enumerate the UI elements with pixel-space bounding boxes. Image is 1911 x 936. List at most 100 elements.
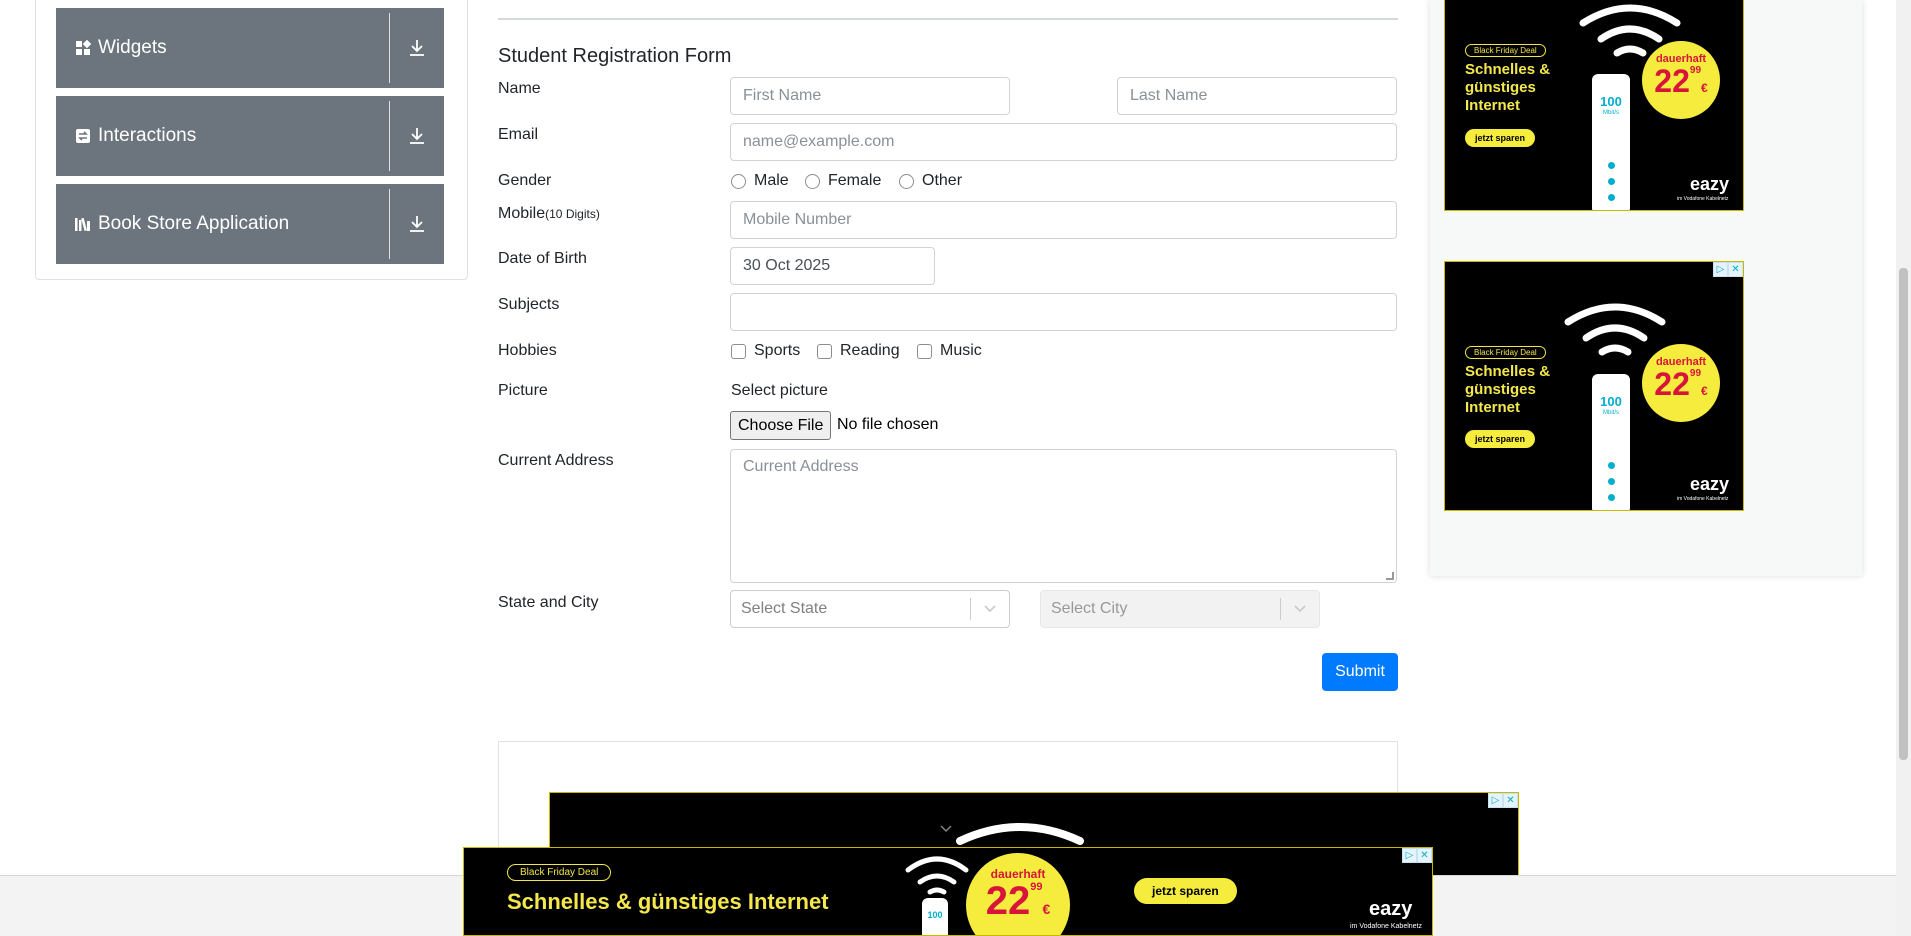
close-icon[interactable]: ✕ [1417,848,1432,863]
router-unit: Mbit/s [1602,110,1619,116]
sidebar-item-book-store-application[interactable]: Book Store Application [56,184,444,264]
router-led [1608,494,1615,501]
price-badge: dauerhaft 2299€ [966,853,1070,935]
ad-cta-button[interactable]: jetzt sparen [1134,878,1237,904]
ad-choices[interactable]: ▷ ✕ [1488,793,1518,808]
first-name-input[interactable]: First Name [730,77,1010,115]
ad-choices[interactable]: ▷ ✕ [1713,262,1743,277]
sidebar: Widgets Interactions Book Store Applicat… [35,0,468,280]
price-cents: 99 [1689,65,1702,76]
ad-choices[interactable]: ▷ ✕ [1402,848,1432,863]
hobby-checkbox-sports[interactable]: Sports [731,342,800,360]
download-icon[interactable] [390,215,444,233]
advertisement-top[interactable]: Black Friday Deal Schnelles & günstiges … [1444,0,1744,211]
gender-radio-other[interactable]: Other [899,172,962,190]
resize-handle[interactable] [1386,572,1394,580]
gender-option-label: Male [754,172,789,189]
router-led [1608,162,1615,169]
checkbox-box[interactable] [917,343,932,359]
router-number: 100 [1600,94,1622,109]
radio-circle[interactable] [731,173,746,189]
state-select[interactable]: Select State [730,590,1010,628]
hobby-checkbox-reading[interactable]: Reading [817,342,900,360]
brand-logo: eazy [1369,898,1413,920]
city-select-placeholder: Select City [1051,600,1128,617]
select-picture-label: Select picture [731,382,828,399]
divider [498,18,1398,20]
scrollbar-thumb[interactable] [1899,268,1908,760]
date-of-birth-input[interactable]: 30 Oct 2025 [730,247,935,285]
sidebar-item-label: Book Store Application [98,213,290,234]
book-store-icon [74,215,92,233]
price-main: 22 [1654,63,1690,99]
price-main: 22 [985,879,1031,923]
mobile-label-text: Mobile [498,205,546,222]
price-cents: 99 [1030,881,1043,893]
ad-info-icon[interactable]: ▷ [1488,793,1503,808]
gender-radio-female[interactable]: Female [805,172,881,190]
checkbox-box[interactable] [817,343,832,359]
gender-radio-male[interactable]: Male [731,172,789,190]
state-and-city-label: State and City [498,594,599,611]
router-unit: Mbit/s [1602,410,1619,416]
submit-button[interactable]: Submit [1322,653,1398,691]
ad-headline-line: Internet [1465,97,1521,114]
page: Widgets Interactions Book Store Applicat… [0,0,1911,936]
mobile-number-input[interactable]: Mobile Number [730,201,1397,239]
checkbox-box[interactable] [731,343,746,359]
router-led [1608,462,1615,469]
last-name-input[interactable]: Last Name [1117,77,1397,115]
gender-option-label: Female [828,172,882,189]
ad-pill: Black Friday Deal [1465,44,1546,57]
price-currency: € [1701,384,1708,398]
ad-cta-button[interactable]: jetzt sparen [1465,129,1536,147]
price-badge: dauerhaft 2299€ [1642,344,1720,422]
ad-headline: Schnelles & günstiges Internet [1465,363,1550,417]
choose-file-button[interactable]: Choose File [730,411,832,440]
ad-headline-line: Schnelles & [1465,363,1551,380]
city-select[interactable]: Select City [1040,590,1320,628]
ad-pill: Black Friday Deal [507,864,612,881]
close-icon[interactable]: ✕ [1503,793,1518,808]
hobby-checkbox-music[interactable]: Music [917,342,982,360]
ad-info-icon[interactable]: ▷ [1402,848,1417,863]
advertisement-middle[interactable]: ▷ ✕ Black Friday Deal Schnelles & günstig… [1444,261,1744,511]
radio-circle[interactable] [899,173,914,189]
date-of-birth-label: Date of Birth [498,250,587,267]
gender-option-label: Other [922,172,963,189]
widgets-icon [74,39,92,57]
chevron-down-icon[interactable] [971,604,1009,614]
current-address-placeholder: Current Address [743,458,859,475]
email-field[interactable]: name@example.com [730,123,1397,161]
brand-subtitle: im Vodafone Kabelnetz [1350,923,1422,930]
radio-circle[interactable] [805,173,820,189]
download-icon[interactable] [390,39,444,57]
advertisement-bottom-banner[interactable]: ▷ ✕ Black Friday Deal Schnelles & günstig… [463,847,1433,936]
page-title: Student Registration Form [498,45,732,67]
brand-subtitle: im Vodafone Kabelnetz [1677,196,1729,202]
wifi-icon [1564,303,1666,356]
hobby-option-label: Music [940,342,982,359]
mobile-hint: (10 Digits) [545,207,600,221]
price-main: 22 [1654,366,1690,402]
router-image: 100 [922,898,948,935]
subjects-input[interactable] [730,293,1397,331]
router-led [1608,478,1615,485]
current-address-textarea[interactable]: Current Address [730,449,1397,583]
ad-headline-line: Schnelles & [1465,61,1551,78]
ad-headline-line: günstiges [1465,79,1536,96]
sidebar-item-widgets[interactable]: Widgets [56,8,444,88]
ad-info-icon[interactable]: ▷ [1713,262,1728,277]
sidebar-item-interactions[interactable]: Interactions [56,96,444,176]
ad-cta-button[interactable]: jetzt sparen [1465,430,1536,448]
chevron-down-icon[interactable] [1281,604,1319,614]
ad-headline-line: Internet [1465,399,1521,416]
hobby-option-label: Reading [840,342,900,359]
close-icon[interactable]: ✕ [1728,262,1743,277]
chevron-down-icon[interactable] [940,825,952,833]
download-icon[interactable] [390,127,444,145]
name-label: Name [498,80,541,97]
router-image: 100 Mbit/s [1592,74,1630,210]
brand-logo: eazy [1690,174,1730,194]
file-status-text: No file chosen [837,416,939,433]
